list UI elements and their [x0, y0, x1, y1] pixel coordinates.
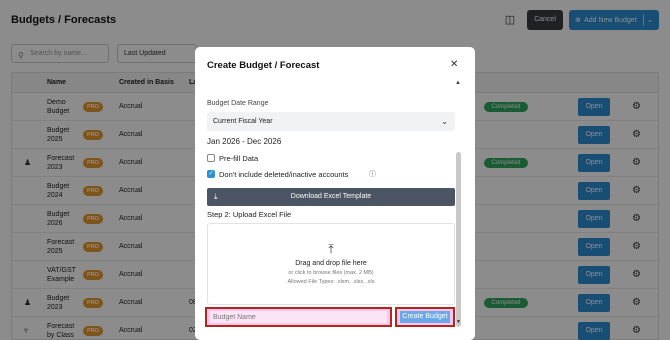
scroll-down-icon[interactable]: ▼	[456, 319, 461, 325]
date-range-value: Current Fiscal Year	[213, 118, 273, 125]
step2-label: Step 2: Upload Excel File	[207, 210, 292, 219]
create-budget-modal: Create Budget / Forecast ✕ ▲ Budget Date…	[195, 47, 475, 340]
modal-scrollbar[interactable]	[456, 152, 461, 327]
create-budget-button[interactable]: Create Budget	[400, 311, 450, 323]
download-icon: ⤓	[214, 192, 218, 201]
date-range-label: Budget Date Range	[207, 100, 269, 107]
budget-name-input[interactable]	[210, 311, 387, 323]
prefill-checkbox[interactable]	[207, 154, 215, 162]
date-range-text: Jan 2026 - Dec 2026	[207, 137, 282, 146]
file-dropzone[interactable]: ⤒ Drag and drop file here or click to br…	[207, 223, 455, 305]
exclude-inactive-label: Don't include deleted/inactive accounts	[219, 170, 349, 179]
chevron-up-icon[interactable]: ▲	[455, 80, 461, 86]
download-template-label: Download Excel Template	[290, 193, 372, 200]
prefill-label: Pre-fill Data	[219, 154, 259, 163]
modal-title: Create Budget / Forecast	[207, 60, 320, 71]
drop-hint: or click to browse files (max. 2 MB)	[288, 270, 374, 276]
download-template-button[interactable]: ⤓ Download Excel Template	[207, 188, 455, 206]
close-icon[interactable]: ✕	[450, 59, 458, 70]
create-budget-highlight: Create Budget	[395, 307, 455, 327]
budget-name-highlight	[205, 307, 392, 327]
upload-icon: ⤒	[328, 242, 334, 256]
date-range-select[interactable]: Current Fiscal Year ⌄	[207, 112, 455, 131]
info-icon[interactable]: ⓘ	[369, 169, 376, 179]
chevron-down-icon: ⌄	[441, 117, 448, 126]
drop-file-types: Allowed File Types: .xlsm, .xlsx, .xls	[287, 279, 375, 285]
exclude-inactive-checkbox[interactable]: ✓	[207, 170, 215, 178]
drop-title: Drag and drop file here	[295, 260, 367, 267]
